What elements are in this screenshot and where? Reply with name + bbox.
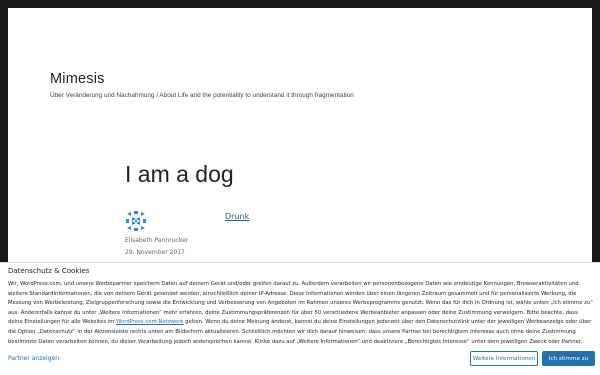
more-info-button[interactable]: Weitere Informationen: [470, 351, 538, 366]
site-title[interactable]: Mimesis: [50, 71, 105, 87]
post-category-link[interactable]: Drunk: [225, 212, 249, 221]
site-description: Über Veränderung und Nachahmung / About …: [50, 92, 354, 99]
post-date[interactable]: 29. November 2017: [125, 249, 185, 256]
cookie-banner: Datenschutz & Cookies Wir, WordPress.com…: [0, 262, 600, 375]
cookie-banner-title: Datenschutz & Cookies: [8, 267, 90, 275]
show-partners-link[interactable]: Partner anzeigen: [8, 355, 59, 362]
post-title: I am a dog: [125, 161, 234, 187]
post-author[interactable]: Elisabeth Pannrucker: [125, 237, 188, 244]
wordpress-network-link[interactable]: WordPress.com-Netzwerk: [116, 319, 183, 325]
agree-button[interactable]: Ich stimme zu: [542, 351, 595, 366]
cookie-banner-text: Wir, WordPress.com, und unsere Werbepart…: [8, 280, 594, 347]
author-avatar[interactable]: [125, 210, 147, 232]
geometric-pattern-avatar-icon: [125, 210, 147, 232]
